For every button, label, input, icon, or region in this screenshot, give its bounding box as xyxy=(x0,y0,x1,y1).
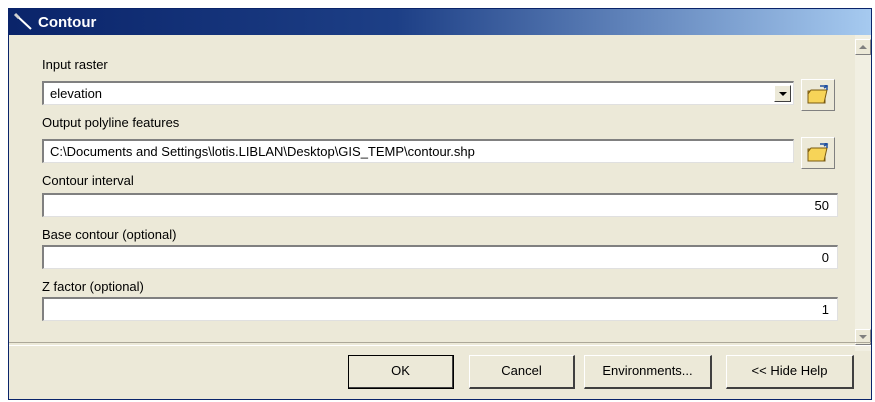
base-contour-label: Base contour (optional) xyxy=(42,227,177,242)
hide-help-button[interactable]: << Hide Help xyxy=(726,355,854,389)
button-separator xyxy=(9,342,871,346)
environments-button[interactable]: Environments... xyxy=(584,355,712,389)
scroll-up-button[interactable] xyxy=(855,39,871,55)
dropdown-arrow-button[interactable] xyxy=(774,85,791,102)
z-factor-value: 1 xyxy=(821,302,829,317)
parameters-panel: Input raster elevation Output polyline f… xyxy=(9,35,855,351)
title-bar[interactable]: Contour xyxy=(9,9,871,35)
contour-pencil-icon xyxy=(13,12,35,32)
chevron-down-icon xyxy=(779,92,787,96)
output-polyline-value: C:\Documents and Settings\lotis.LIBLAN\D… xyxy=(50,144,475,159)
vertical-scrollbar[interactable] xyxy=(855,35,871,351)
output-polyline-label: Output polyline features xyxy=(42,115,180,130)
base-contour-value: 0 xyxy=(821,250,829,265)
input-raster-value: elevation xyxy=(50,86,103,101)
chevron-down-icon xyxy=(859,335,867,339)
contour-dialog: Contour Input raster elevation Output po… xyxy=(8,8,872,400)
contour-interval-field[interactable]: 50 xyxy=(42,193,838,217)
cancel-button[interactable]: Cancel xyxy=(469,355,575,389)
z-factor-field[interactable]: 1 xyxy=(42,297,838,321)
window-title: Contour xyxy=(38,13,97,31)
contour-interval-label: Contour interval xyxy=(42,173,134,188)
contour-interval-value: 50 xyxy=(814,198,829,213)
output-polyline-browse-button[interactable] xyxy=(801,137,835,169)
input-raster-label: Input raster xyxy=(42,57,108,72)
ok-button[interactable]: OK xyxy=(348,355,454,389)
z-factor-label: Z factor (optional) xyxy=(42,279,144,294)
input-raster-browse-button[interactable] xyxy=(801,79,835,111)
base-contour-field[interactable]: 0 xyxy=(42,245,838,269)
input-raster-combo[interactable]: elevation xyxy=(42,81,794,105)
chevron-up-icon xyxy=(859,45,867,49)
output-polyline-field[interactable]: C:\Documents and Settings\lotis.LIBLAN\D… xyxy=(42,139,794,163)
